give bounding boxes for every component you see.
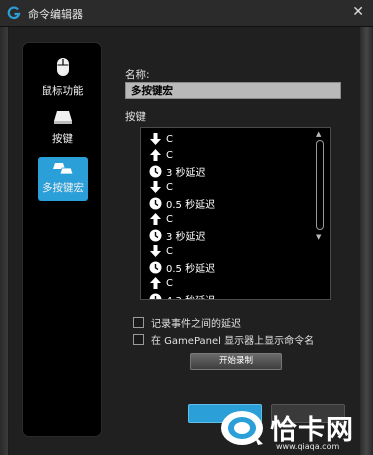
- delay-clock-icon: [148, 164, 162, 178]
- delay-clock-icon: [148, 196, 162, 210]
- delay-clock-icon: [148, 292, 162, 299]
- key-row-text: 4.3 秒延迟: [166, 292, 215, 300]
- multi-key-icon: [53, 163, 74, 175]
- key-row[interactable]: C: [148, 131, 215, 147]
- key-row-text: 0.5 秒延迟: [166, 199, 216, 211]
- key-row-text: C: [166, 181, 173, 193]
- key-icon: [53, 111, 72, 124]
- delay-clock-icon: [148, 260, 162, 274]
- key-row-text: 3 秒延迟: [166, 167, 206, 179]
- key-row-text: C: [166, 213, 173, 225]
- key-rows: CC3 秒延迟C0.5 秒延迟C3 秒延迟C0.5 秒延迟C4.3 秒延迟: [148, 131, 215, 300]
- scroll-up-icon[interactable]: ▲: [316, 130, 321, 138]
- sidebar-item-multikey-macro[interactable]: 多按键宏: [38, 157, 88, 201]
- key-row[interactable]: C: [148, 211, 215, 227]
- window-title: 命令编辑器: [28, 8, 83, 21]
- macro-name-input[interactable]: 多按键宏: [125, 82, 341, 99]
- scroll-down-icon[interactable]: ▼: [316, 233, 321, 241]
- key-row-text: C: [166, 133, 173, 145]
- key-up-arrow-icon: [148, 276, 162, 290]
- key-row[interactable]: C: [148, 179, 215, 195]
- record-delays-label: 记录事件之间的延迟: [151, 319, 241, 330]
- key-row[interactable]: 0.5 秒延迟: [148, 259, 215, 275]
- watermark-logo-icon: [221, 411, 263, 445]
- sidebar-item-keystroke[interactable]: 按键: [38, 109, 87, 146]
- key-row[interactable]: C: [148, 147, 215, 163]
- record-delays-option[interactable]: 记录事件之间的延迟: [133, 315, 241, 330]
- keys-label: 按键: [125, 111, 146, 123]
- background-panel-left: [0, 27, 8, 455]
- sidebar-item-mouse-function[interactable]: 鼠标功能: [38, 57, 87, 98]
- title-bar: 命令编辑器 ✕: [0, 0, 373, 27]
- key-row[interactable]: 3 秒延迟: [148, 227, 215, 243]
- mouse-icon: [56, 58, 69, 76]
- record-delays-checkbox[interactable]: [133, 317, 144, 328]
- key-row[interactable]: 3 秒延迟: [148, 163, 215, 179]
- keystroke-list[interactable]: CC3 秒延迟C0.5 秒延迟C3 秒延迟C0.5 秒延迟C4.3 秒延迟: [140, 127, 331, 300]
- key-up-arrow-icon: [148, 148, 162, 162]
- key-down-arrow-icon: [148, 180, 162, 194]
- start-recording-button[interactable]: 开始录制: [190, 353, 282, 370]
- watermark-url: www.qiaqa.com: [276, 442, 340, 451]
- logitech-g-logo-icon: [7, 6, 21, 20]
- sidebar-item-label: 按键: [52, 133, 73, 145]
- show-on-gamepanel-label: 在 GamePanel 显示器上显示命令名: [151, 336, 315, 347]
- key-down-arrow-icon: [148, 132, 162, 146]
- background-panel-right: [360, 27, 373, 455]
- key-row-text: C: [166, 245, 173, 257]
- key-row-text: C: [166, 277, 173, 289]
- key-row-text: 0.5 秒延迟: [166, 263, 216, 275]
- scrollbar-thumb[interactable]: [316, 140, 324, 230]
- key-row[interactable]: C: [148, 275, 215, 291]
- sidebar-item-label: 多按键宏: [42, 182, 84, 194]
- key-row[interactable]: 4.3 秒延迟: [148, 291, 215, 300]
- sidebar-item-label: 鼠标功能: [41, 85, 84, 97]
- name-label: 名称:: [125, 69, 150, 81]
- watermark: 恰卡网 www.qiaqa.com: [214, 405, 373, 455]
- command-type-sidebar: 鼠标功能 按键 多按键宏: [22, 42, 102, 437]
- key-down-arrow-icon: [148, 244, 162, 258]
- show-on-gamepanel-checkbox[interactable]: [133, 334, 144, 345]
- delay-clock-icon: [148, 228, 162, 242]
- key-row[interactable]: 0.5 秒延迟: [148, 195, 215, 211]
- key-row-text: C: [166, 149, 173, 161]
- key-row[interactable]: C: [148, 243, 215, 259]
- show-on-gamepanel-option[interactable]: 在 GamePanel 显示器上显示命令名: [133, 332, 314, 347]
- key-row-text: 3 秒延迟: [166, 231, 206, 243]
- close-icon[interactable]: ✕: [352, 4, 364, 20]
- key-up-arrow-icon: [148, 212, 162, 226]
